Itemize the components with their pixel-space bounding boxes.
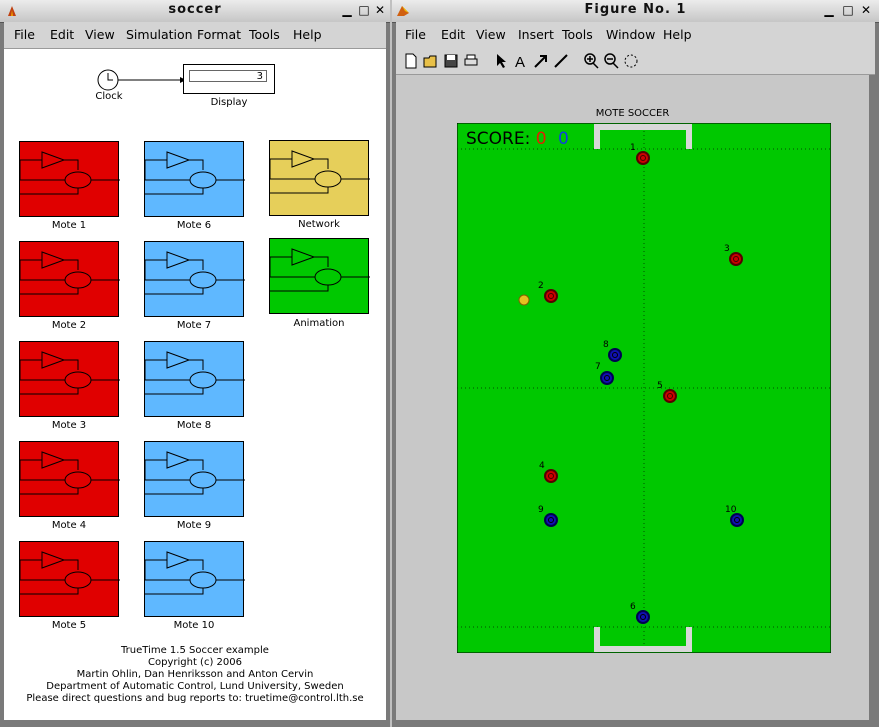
network-label: Network [298,219,340,230]
mote5-block[interactable] [19,541,120,617]
soccer-model-window: soccer ▁ □ ✕ File Edit View Simulation F… [0,0,390,727]
window-title: soccer [168,2,222,17]
mote3-block[interactable] [19,341,120,417]
mote2-label: Mote 2 [51,320,87,331]
mote6-block[interactable] [144,141,245,217]
zoom-in-icon[interactable] [582,52,600,70]
menu-help[interactable]: Help [293,27,322,42]
menu-window[interactable]: Window [606,27,655,42]
player-8 [608,348,622,362]
players-layer [518,151,744,624]
menu-view[interactable]: View [85,27,115,42]
mote7-label: Mote 7 [176,320,212,331]
menu-file[interactable]: File [14,27,35,42]
mote8-block[interactable] [144,341,245,417]
animation-label: Animation [293,318,345,329]
clock-to-display-connection [97,69,186,91]
open-folder-icon[interactable] [422,52,440,70]
soccer-title-bar[interactable]: soccer ▁ □ ✕ [0,0,390,23]
maximize-icon[interactable]: □ [357,3,371,18]
figure-title-bar[interactable]: Figure No. 1 ▁ □ ✕ [392,0,879,23]
mote10-label: Mote 10 [173,620,215,631]
player-9-number: 9 [538,505,544,515]
text-icon[interactable]: A [512,52,530,70]
print-icon[interactable] [462,52,480,70]
zoom-out-icon[interactable] [602,52,620,70]
player-10 [730,513,744,527]
mote3-label: Mote 3 [51,420,87,431]
mote4-label: Mote 4 [51,520,87,531]
credits-line-4: Department of Automatic Control, Lund Un… [46,681,344,692]
credits-line-1: TrueTime 1.5 Soccer example [121,645,269,656]
new-file-icon[interactable] [402,52,420,70]
credits-line-2: Copyright (c) 2006 [148,657,242,668]
display-label: Display [210,97,248,108]
player-3 [729,252,743,266]
rotate-icon[interactable] [622,52,640,70]
figure-toolbar: A [396,48,875,75]
mote5-label: Mote 5 [51,620,87,631]
clock-label: Clock [95,91,123,102]
player-4-number: 4 [539,461,545,471]
ball [518,294,530,306]
maximize-icon[interactable]: □ [841,3,855,18]
figure-canvas[interactable]: MOTE SOCCER SCORE: 0 0 1 2 3 4 5 6 7 8 9… [396,75,869,720]
close-icon[interactable]: ✕ [859,3,873,18]
save-icon[interactable] [442,52,460,70]
menu-tools[interactable]: Tools [562,27,593,42]
menu-help[interactable]: Help [663,27,692,42]
figure-menu-bar: File Edit View Insert Tools Window Help [396,22,875,49]
display-block[interactable]: 3 [183,64,275,94]
close-icon[interactable]: ✕ [373,3,387,18]
credits-line-5: Please direct questions and bug reports … [26,693,364,704]
animation-block[interactable] [269,238,370,314]
menu-view[interactable]: View [476,27,506,42]
player-9 [544,513,558,527]
menu-edit[interactable]: Edit [441,27,465,42]
minimize-icon[interactable]: ▁ [340,3,354,18]
player-6-number: 6 [630,602,636,612]
credits-line-3: Martin Ohlin, Dan Henriksson and Anton C… [76,669,314,680]
svg-text:A: A [515,54,525,70]
model-canvas[interactable]: Clock 3 Display Mote 1 Mote 2 Mote 3 Mot… [4,49,386,720]
mote9-label: Mote 9 [176,520,212,531]
figure-window-title: Figure No. 1 [584,2,687,17]
figure-window: Figure No. 1 ▁ □ ✕ File Edit View Insert… [392,0,879,727]
player-10-number: 10 [725,505,737,515]
mote8-label: Mote 8 [176,420,212,431]
menu-format[interactable]: Format [197,27,241,42]
player-7-number: 7 [595,362,601,372]
player-8-number: 8 [603,340,609,350]
menu-insert[interactable]: Insert [518,27,554,42]
select-arrow-icon[interactable] [492,52,510,70]
mote1-block[interactable] [19,141,120,217]
player-1-number: 1 [630,143,636,153]
player-2 [544,289,558,303]
mote2-block[interactable] [19,241,120,317]
mote10-block[interactable] [144,541,245,617]
menu-simulation[interactable]: Simulation [126,27,193,42]
mote6-label: Mote 6 [176,220,212,231]
network-block[interactable] [269,140,370,216]
player-4 [544,469,558,483]
player-7 [600,371,614,385]
menu-file[interactable]: File [405,27,426,42]
mote7-block[interactable] [144,241,245,317]
draw-arrow-icon[interactable] [532,52,550,70]
menu-edit[interactable]: Edit [50,27,74,42]
soccer-menu-bar: File Edit View Simulation Format Tools H… [4,22,386,49]
mote9-block[interactable] [144,441,245,517]
draw-line-icon[interactable] [552,52,570,70]
player-2-number: 2 [538,281,544,291]
display-value: 3 [189,70,267,82]
player-5 [663,389,677,403]
player-6 [636,610,650,624]
mote1-label: Mote 1 [51,220,87,231]
player-1 [636,151,650,165]
minimize-icon[interactable]: ▁ [822,3,836,18]
player-5-number: 5 [657,381,663,391]
menu-tools[interactable]: Tools [249,27,280,42]
player-3-number: 3 [724,244,730,254]
mote4-block[interactable] [19,441,120,517]
